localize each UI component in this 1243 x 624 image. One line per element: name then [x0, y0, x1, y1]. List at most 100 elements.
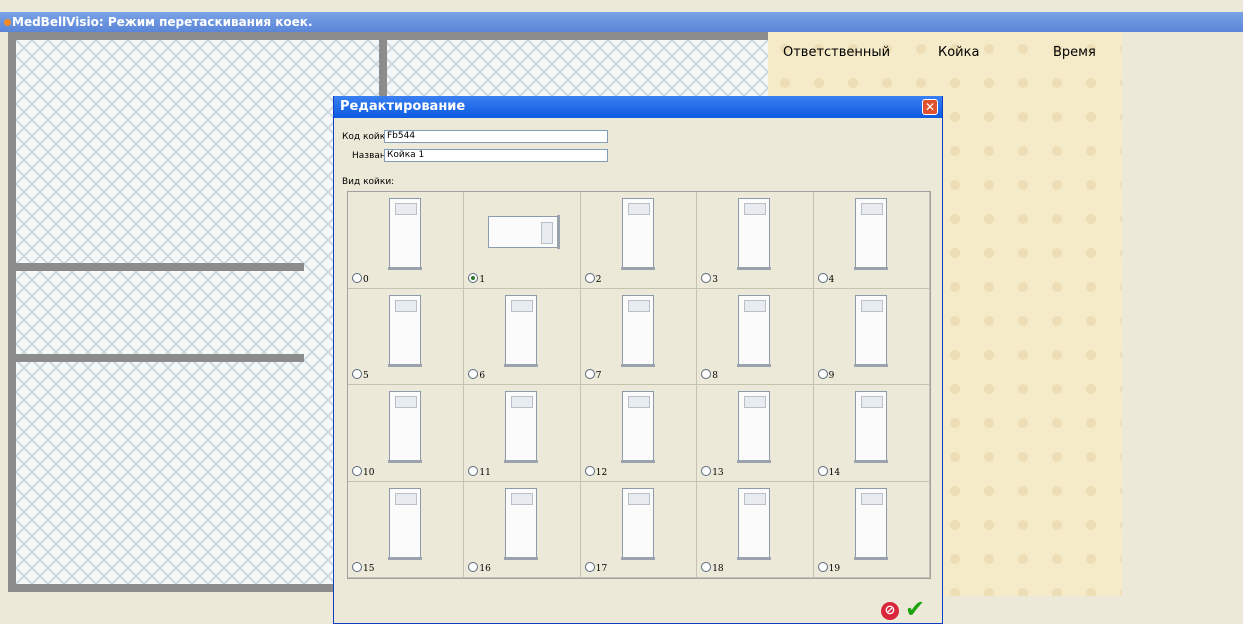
edit-dialog: Редактирование ✕ Код койки: Название: Ви… [333, 96, 943, 624]
option-label: 15 [363, 564, 375, 574]
radio-4[interactable] [817, 272, 828, 283]
bed-option[interactable]: 13 [697, 385, 814, 482]
wall [379, 32, 387, 102]
bed-option[interactable]: 2 [580, 192, 698, 289]
name-input[interactable] [384, 149, 608, 162]
option-label: 10 [363, 467, 375, 478]
radio-1[interactable] [468, 272, 479, 283]
bed-icon [488, 215, 561, 249]
bed-icon [737, 487, 772, 560]
app-title: MedBellVisio: Режим перетаскивания коек. [12, 15, 313, 29]
bed-icon [504, 391, 539, 463]
option-label: 11 [479, 467, 491, 478]
radio-10[interactable] [352, 465, 362, 476]
bed-icon [737, 391, 772, 463]
bed-option[interactable]: 4 [813, 192, 930, 289]
bed-option[interactable]: 0 [348, 192, 465, 289]
wall [8, 263, 304, 271]
radio-5[interactable] [352, 369, 362, 379]
radio-9[interactable] [817, 369, 828, 379]
dialog-title-bar: Редактирование ✕ [334, 96, 942, 118]
bed-icon [853, 198, 888, 270]
radio-19[interactable] [817, 562, 828, 572]
radio-2[interactable] [584, 272, 595, 283]
option-label: 12 [595, 467, 608, 478]
bed-option[interactable]: 11 [464, 385, 581, 482]
option-label: 1 [479, 274, 486, 285]
bed-icon [737, 294, 772, 367]
radio-16[interactable] [468, 562, 479, 572]
wall [8, 354, 304, 362]
bed-option[interactable]: 15 [348, 481, 465, 578]
bed-icon [853, 487, 888, 560]
column-time: Время [1053, 45, 1096, 60]
bed-option[interactable]: 12 [580, 385, 698, 482]
radio-12[interactable] [584, 465, 595, 476]
bed-icon [504, 487, 539, 560]
option-label: 14 [828, 467, 841, 478]
bed-option[interactable]: 17 [580, 481, 698, 578]
bed-option[interactable]: 10 [348, 385, 465, 482]
radio-13[interactable] [701, 465, 712, 476]
bed-icon [737, 198, 772, 270]
bed-option[interactable]: 3 [697, 192, 814, 289]
option-label: 6 [479, 371, 486, 381]
radio-18[interactable] [701, 562, 712, 572]
radio-0[interactable] [352, 272, 362, 283]
radio-15[interactable] [352, 562, 362, 572]
radio-11[interactable] [468, 465, 479, 476]
option-label: 9 [828, 371, 835, 381]
column-responsible: Ответственный [783, 45, 891, 60]
bed-icon [620, 391, 655, 463]
option-label: 8 [712, 371, 718, 381]
option-label: 5 [363, 371, 369, 381]
option-label: 4 [828, 274, 835, 285]
radio-3[interactable] [701, 272, 712, 283]
option-label: 0 [363, 274, 369, 285]
radio-14[interactable] [817, 465, 828, 476]
bed-code-input[interactable] [384, 130, 608, 143]
bed-type-grid: 0 1 2 3 4 5 6 7 8 9 10 11 12 13 14 15 16… [347, 191, 931, 579]
bed-icon [504, 294, 539, 367]
option-label: 18 [712, 564, 724, 574]
bed-icon [620, 294, 655, 367]
bed-icon [853, 294, 888, 367]
app-icon [4, 19, 11, 26]
bed-option[interactable]: 7 [580, 288, 698, 385]
bed-option[interactable]: 18 [697, 481, 814, 578]
check-icon[interactable]: ✔ [905, 596, 925, 622]
bed-type-label: Вид койки: [342, 177, 395, 187]
bed-option[interactable]: 8 [697, 288, 814, 385]
bed-icon [388, 391, 422, 463]
bed-icon [388, 487, 422, 560]
bed-icon [853, 391, 888, 463]
close-icon[interactable]: ✕ [922, 99, 938, 115]
dialog-title: Редактирование [340, 99, 466, 114]
bed-icon [620, 198, 655, 270]
bed-option[interactable]: 14 [813, 385, 930, 482]
option-label: 13 [712, 467, 724, 478]
bed-option[interactable]: 9 [813, 288, 930, 385]
cancel-icon[interactable]: ⊘ [881, 602, 899, 620]
bed-option[interactable]: 5 [348, 288, 465, 385]
bed-option[interactable]: 6 [464, 288, 581, 385]
option-label: 16 [479, 564, 491, 574]
radio-7[interactable] [584, 369, 595, 379]
bed-option[interactable]: 16 [464, 481, 581, 578]
option-label: 19 [828, 564, 841, 574]
radio-8[interactable] [701, 369, 712, 379]
bed-icon [620, 487, 655, 560]
option-label: 2 [595, 274, 602, 285]
bed-icon [388, 294, 422, 367]
wall [8, 32, 16, 592]
option-label: 7 [595, 371, 602, 381]
option-label: 3 [712, 274, 718, 285]
radio-17[interactable] [584, 562, 595, 572]
app-title-bar: MedBellVisio: Режим перетаскивания коек. [0, 12, 1243, 32]
option-label: 17 [595, 564, 608, 574]
column-bed: Койка [938, 45, 980, 60]
bed-option[interactable]: 19 [813, 481, 930, 578]
bed-option[interactable]: 1 [464, 192, 581, 289]
bed-icon [388, 198, 422, 270]
radio-6[interactable] [468, 369, 479, 379]
